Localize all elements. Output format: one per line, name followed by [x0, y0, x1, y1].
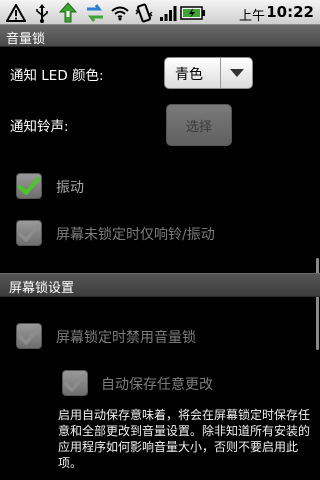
disable-lock-label: 屏幕锁定时禁用音量锁 — [56, 330, 196, 346]
status-time: 10:22 — [266, 3, 314, 21]
autosave-description: 启用自动保存意味着，将会在屏幕锁定时保存任意和全部更改到音量设置。除非知道所有安… — [58, 408, 311, 470]
checkmark-icon — [64, 374, 86, 392]
checkmark-icon — [18, 177, 40, 195]
app-title-bar: 音量锁 — [0, 25, 320, 47]
ringtone-label: 通知铃声: — [10, 119, 69, 135]
section-header-label: 屏幕锁设置 — [9, 281, 75, 296]
wifi-icon — [110, 2, 130, 23]
status-bar: 上午 10:22 — [0, 0, 320, 25]
autosave-checkbox[interactable] — [62, 370, 88, 396]
led-color-spinner[interactable]: 青色 — [164, 57, 253, 89]
autosave-label: 自动保存任意更改 — [101, 377, 213, 393]
usb-icon — [32, 2, 52, 23]
vibrate-icon — [134, 2, 154, 23]
vibrate-label: 振动 — [56, 180, 84, 196]
status-ampm: 上午 — [238, 9, 265, 24]
chevron-down-icon — [220, 58, 252, 88]
page-title: 音量锁 — [6, 32, 46, 47]
ringtone-select-button[interactable]: 选择 — [166, 104, 232, 146]
checkmark-icon — [18, 327, 40, 345]
vibrate-checkbox[interactable] — [16, 173, 42, 199]
download-icon — [57, 2, 79, 23]
checkmark-icon — [18, 224, 40, 242]
disable-lock-checkbox[interactable] — [16, 323, 42, 349]
ringtone-select-label: 选择 — [185, 119, 212, 135]
unlocked-only-label: 屏幕未锁定时仅响铃/振动 — [56, 227, 215, 243]
signal-icon — [158, 2, 178, 23]
sync-icon — [83, 2, 107, 23]
led-color-label: 通知 LED 颜色: — [10, 68, 104, 84]
led-color-value: 青色 — [175, 67, 203, 83]
warning-icon — [5, 2, 27, 23]
section-header: 屏幕锁设置 — [0, 273, 320, 297]
scrollbar[interactable] — [316, 258, 319, 350]
battery-icon — [180, 2, 206, 23]
unlocked-only-checkbox[interactable] — [16, 220, 42, 246]
